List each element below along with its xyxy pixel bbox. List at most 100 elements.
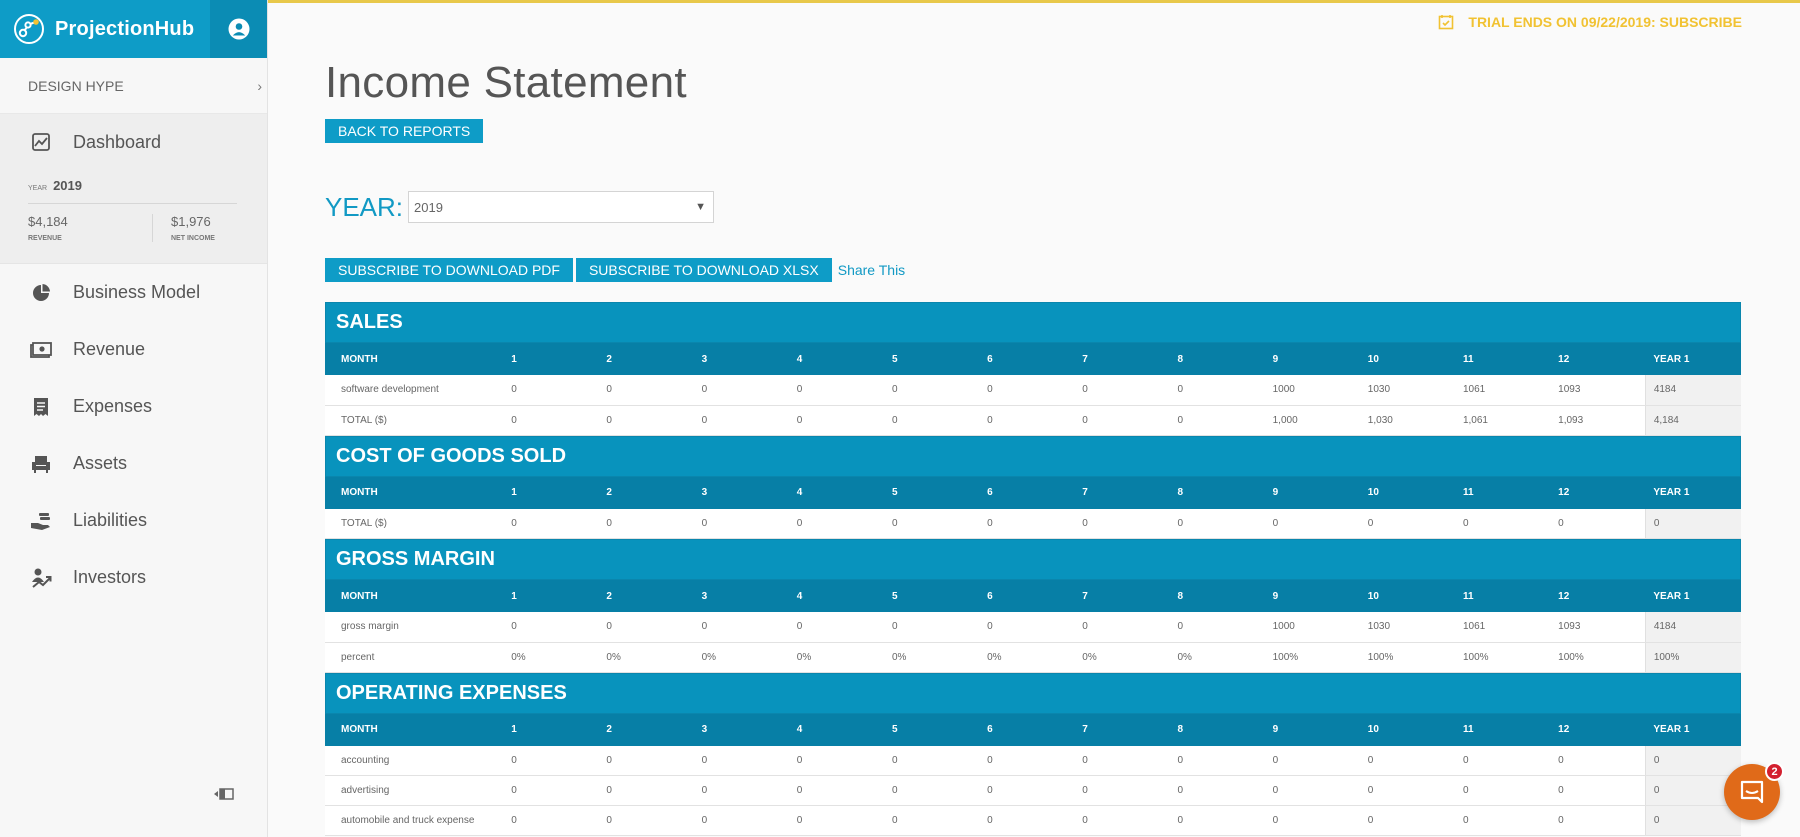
sidebar-item-investors[interactable]: Investors <box>0 549 267 606</box>
month-value-cell: 0 <box>693 745 789 776</box>
income-statement-report: SALES MONTH 1 2 3 4 5 6 7 8 9 10 11 12 YEAR 1 software … <box>325 302 1741 836</box>
month-value-cell: 0 <box>788 375 884 406</box>
brand[interactable]: ProjectionHub <box>0 0 210 58</box>
sidebar-item-label: Liabilities <box>73 510 148 530</box>
share-link[interactable]: Share This <box>838 262 905 278</box>
section-title: SALES <box>325 302 1741 343</box>
user-menu-button[interactable] <box>210 0 267 58</box>
month-value-cell: 0 <box>1169 745 1265 776</box>
month-value-cell: 0 <box>979 508 1075 539</box>
month-value-cell: 0 <box>1074 405 1170 436</box>
sidebar-item-label: Dashboard <box>73 131 162 152</box>
month-value-cell: 0 <box>598 375 694 406</box>
month-value-cell: 0 <box>1359 508 1455 539</box>
month-value-cell: 0 <box>979 775 1075 806</box>
table-row: accounting 0 0 0 0 0 0 0 0 0 0 0 0 0 <box>325 745 1741 776</box>
month-value-cell: 100% <box>1550 642 1646 673</box>
month-column-header: 10 <box>1367 724 1379 735</box>
month-value-cell: 0 <box>1359 745 1455 776</box>
month-column-header: 5 <box>891 724 898 735</box>
month-value-cell: 0% <box>1074 642 1170 673</box>
month-value-cell: 0 <box>788 775 884 806</box>
month-value-cell: 0 <box>598 405 694 436</box>
collapse-sidebar-button[interactable] <box>212 787 236 801</box>
month-value-cell: 0 <box>1264 805 1360 836</box>
download-pdf-button[interactable]: SUBSCRIBE TO DOWNLOAD PDF <box>325 258 573 282</box>
armchair-icon <box>29 452 53 476</box>
year-value: 2019 <box>53 178 82 193</box>
month-value-cell: 0 <box>1454 508 1551 539</box>
month-column-header: 12 <box>1558 353 1570 365</box>
month-value-cell: 1030 <box>1359 375 1455 406</box>
year-column-header: YEAR 1 <box>1653 590 1690 602</box>
sidebar-item-label: Revenue <box>73 339 146 359</box>
month-value-cell: 0 <box>1169 508 1265 539</box>
month-value-cell: 0 <box>788 405 884 436</box>
month-column-header: 8 <box>1177 590 1184 602</box>
dashboard-chart-icon <box>29 130 53 154</box>
row-label: automobile and truck expense <box>325 805 504 836</box>
row-label: percent <box>325 642 504 673</box>
month-column-header: 1 <box>511 590 517 602</box>
month-header: MONTH <box>341 487 378 498</box>
month-value-cell: 1,061 <box>1454 405 1551 436</box>
month-column-header: 11 <box>1462 590 1474 602</box>
row-label: advertising <box>325 775 504 806</box>
month-value-cell: 0 <box>693 612 789 643</box>
table-header-row: MONTH 1 2 3 4 5 6 7 8 9 10 11 12 YEAR 1 <box>325 343 1741 375</box>
month-value-cell: 0 <box>788 508 884 539</box>
month-column-header: 9 <box>1272 487 1279 498</box>
sidebar-item-business-model[interactable]: Business Model <box>0 264 267 321</box>
revenue-label: REVENUE <box>28 235 62 242</box>
month-value-cell: 0 <box>598 775 694 806</box>
sidebar-item-revenue[interactable]: Revenue <box>0 321 267 378</box>
month-value-cell: 0 <box>883 775 980 806</box>
month-value-cell: 0 <box>1454 805 1551 836</box>
report-table: MONTH 1 2 3 4 5 6 7 8 9 10 11 12 YEAR 1 accounting 0 0 0 0… <box>325 713 1741 836</box>
year-total-cell: 0 <box>1644 805 1741 836</box>
company-switcher[interactable]: DESIGN HYPE › <box>0 58 267 114</box>
month-value-cell: 0 <box>1169 612 1265 643</box>
year-label: YEAR: <box>325 191 404 222</box>
month-column-header: 8 <box>1177 487 1184 498</box>
sidebar-item-label: Investors <box>73 567 147 587</box>
month-column-header: 6 <box>987 353 993 365</box>
month-value-cell: 0 <box>883 745 980 776</box>
month-column-header: 4 <box>796 724 803 735</box>
pie-chart-icon <box>29 281 53 305</box>
table-row: software development 0 0 0 0 0 0 0 0 1000 1030 1061… <box>325 375 1741 406</box>
download-xlsx-button[interactable]: SUBSCRIBE TO DOWNLOAD XLSX <box>575 258 832 282</box>
app-name: ProjectionHub <box>55 17 195 40</box>
sidebar-item-expenses[interactable]: Expenses <box>0 378 267 435</box>
month-value-cell: 0 <box>1550 508 1646 539</box>
dashboard-panel: Dashboard YEAR 2019 $4,184 REVENUE $1,97… <box>0 114 267 264</box>
section-title: OPERATING EXPENSES <box>325 672 1741 714</box>
month-column-header: 7 <box>1082 487 1088 498</box>
sidebar-item-assets[interactable]: Assets <box>0 435 267 492</box>
back-to-reports-button[interactable]: BACK TO REPORTS <box>325 119 484 143</box>
year-select[interactable]: 2019 ▼ <box>408 191 715 223</box>
month-value-cell: 0 <box>598 508 694 539</box>
month-column-header: 7 <box>1082 353 1088 365</box>
collapse-sidebar-icon <box>214 788 234 800</box>
sidebar-item-dashboard[interactable]: Dashboard <box>0 114 267 170</box>
month-value-cell: 0 <box>1550 805 1646 836</box>
hand-coins-icon <box>29 509 53 533</box>
month-value-cell: 1,030 <box>1359 405 1455 436</box>
trial-banner[interactable]: TRIAL ENDS ON 09/22/2019: SUBSCRIBE <box>1438 14 1742 30</box>
month-value-cell: 0 <box>1169 775 1265 806</box>
month-value-cell: 100% <box>1264 642 1360 673</box>
month-column-header: 5 <box>891 590 898 602</box>
month-column-header: 7 <box>1082 590 1088 602</box>
sidebar-item-liabilities[interactable]: Liabilities <box>0 492 267 549</box>
month-column-header: 8 <box>1177 353 1184 365</box>
month-value-cell: 0% <box>598 642 694 673</box>
table-row: advertising 0 0 0 0 0 0 0 0 0 0 0 0 0 <box>325 775 1741 806</box>
month-value-cell: 0 <box>1264 745 1360 776</box>
month-value-cell: 1,000 <box>1264 405 1360 436</box>
report-table: MONTH 1 2 3 4 5 6 7 8 9 10 11 12 YEAR 1 TOTAL ($) 0 0 0 0 0… <box>325 476 1741 539</box>
table-row: TOTAL ($) 0 0 0 0 0 0 0 0 0 0 0 0 0 <box>325 508 1741 539</box>
cash-icon <box>29 338 53 362</box>
month-column-header: 8 <box>1177 724 1184 735</box>
month-value-cell: 0 <box>883 805 980 836</box>
